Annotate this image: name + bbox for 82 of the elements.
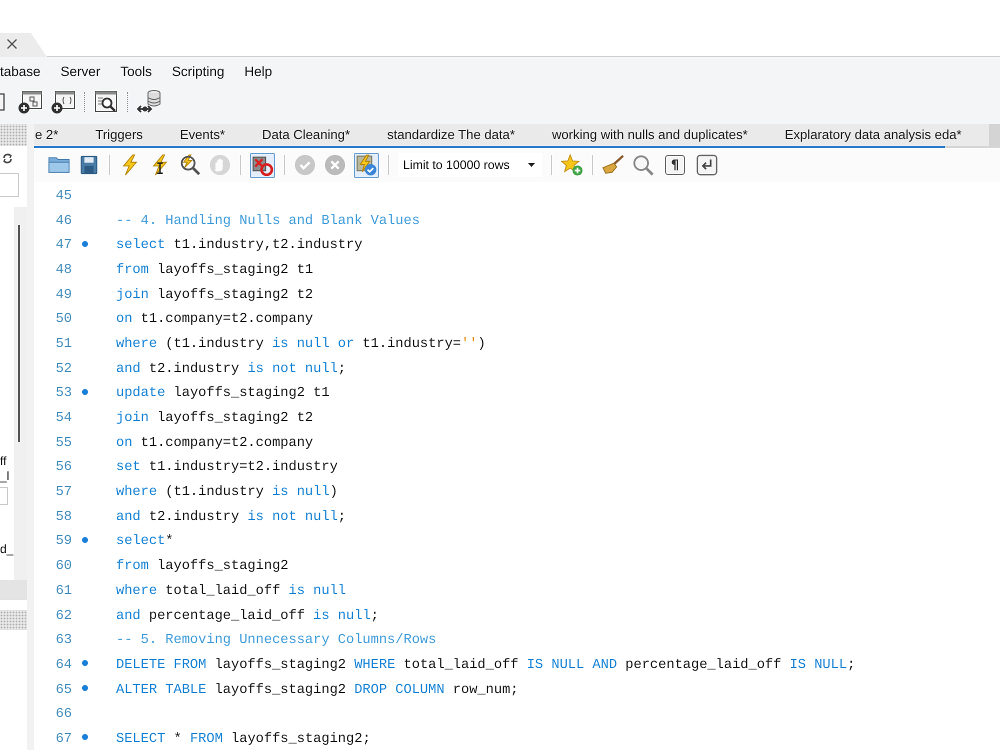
code-line: SELECT * FROM layoffs_staging2; [116,732,371,748]
limit-dropdown[interactable]: Limit to 10000 rows [398,153,542,177]
code-line: where (t1.industry is null or t1.industry='') [116,336,486,353]
code-line: select* [116,534,174,550]
line-number: 45 [56,188,73,205]
line-number: 46 [56,214,73,230]
code-line: where total_laid_off is null [116,584,346,600]
query-tab[interactable]: standardize The data* [368,125,534,145]
window-tab[interactable] [0,33,47,57]
magnifier-lightning-icon[interactable] [179,154,201,176]
sidebar-text: ff [0,454,6,469]
line-number: 55 [56,436,73,452]
stop-error-icon[interactable] [250,152,275,178]
panel-header [0,124,27,146]
pilcrow-button[interactable]: ¶ [665,155,685,175]
line-number: 66 [56,707,73,724]
query-tab[interactable]: working with nulls and duplicates* [533,125,766,145]
line-number: 65 [56,682,73,699]
line-number: 64 [56,658,73,674]
line-number: 47 [56,238,73,254]
code-line: DELETE FROM layoffs_staging2 WHERE total_laid_off IS NULL AND percentage_laid_off IS NULL; [116,658,856,674]
menu-item[interactable]: tabase [0,61,51,82]
line-number: 53 [56,386,73,402]
code-line: -- 5. Removing Unnecessary Columns/Rows [116,633,436,650]
code-line: select t1.industry,t2.industry [116,238,362,254]
line-number: 56 [56,460,73,476]
query-tab[interactable]: Triggers [76,125,162,145]
line-number: 58 [56,510,73,526]
code-line: on t1.company=t2.company [116,436,314,452]
folder-icon[interactable] [48,154,70,176]
panel-header [0,610,27,630]
close-icon[interactable] [7,39,17,49]
code-line: update layoffs_staging2 t1 [116,386,330,402]
line-number: 48 [56,262,73,279]
sidebar-text: _l [0,469,10,484]
star-plus-icon[interactable] [561,154,583,176]
code-line: join layoffs_staging2 t2 [116,288,314,304]
search-field[interactable] [0,173,19,197]
database-icon[interactable] [137,89,163,115]
line-number: 62 [56,608,73,625]
line-number: 49 [56,288,73,304]
menu-item[interactable]: Server [50,61,110,82]
search-icon[interactable] [632,154,654,176]
code-line: where (t1.industry is null) [116,485,338,502]
code-line: and percentage_laid_off is null; [116,608,379,625]
caret-icon [528,163,535,167]
broom-icon[interactable] [602,154,624,176]
menu-item[interactable]: Tools [110,61,162,82]
line-number: 63 [56,633,73,650]
line-number: 61 [56,584,73,600]
window-search-icon[interactable] [94,90,118,114]
code-line: join layoffs_staging2 t2 [116,411,314,428]
line-number: 59 [56,534,73,550]
code-line: from layoffs_staging2 t1 [116,262,314,279]
scrollbar-thumb[interactable] [18,225,20,442]
line-number: 51 [56,336,73,353]
code-line: set t1.industry=t2.industry [116,460,338,476]
code-line: and t2.industry is not null; [116,510,346,526]
line-number: 50 [56,312,73,328]
line-number: 52 [56,362,73,378]
input-field[interactable] [0,487,8,505]
line-number: 67 [56,732,73,748]
menu-item[interactable]: Scripting [162,61,234,82]
window-plus-icon[interactable] [51,90,75,114]
lightning-check-icon[interactable] [354,152,379,178]
code-line: on t1.company=t2.company [116,312,314,328]
query-tab[interactable]: e 2* [34,125,77,145]
query-tab[interactable]: Explaratory data analysis eda* [766,125,980,145]
menu-item[interactable]: Help [234,61,282,82]
query-tab[interactable]: Events* [161,125,244,145]
refresh-icon[interactable] [2,153,13,164]
code-line: ALTER TABLE layoffs_staging2 DROP COLUMN row_num; [116,682,519,699]
code-line: -- 4. Handling Nulls and Blank Values [116,214,420,230]
window-frame-icon[interactable] [0,93,5,111]
query-tab[interactable]: Data Cleaning* [243,125,369,145]
line-number: 54 [56,411,73,428]
code-line: from layoffs_staging2 [116,559,288,576]
line-number: 57 [56,485,73,502]
line-number: 60 [56,559,73,576]
window-plus-icon[interactable] [18,90,42,114]
code-line: and t2.industry is not null; [116,362,346,378]
sidebar-text: d_ [0,542,14,557]
